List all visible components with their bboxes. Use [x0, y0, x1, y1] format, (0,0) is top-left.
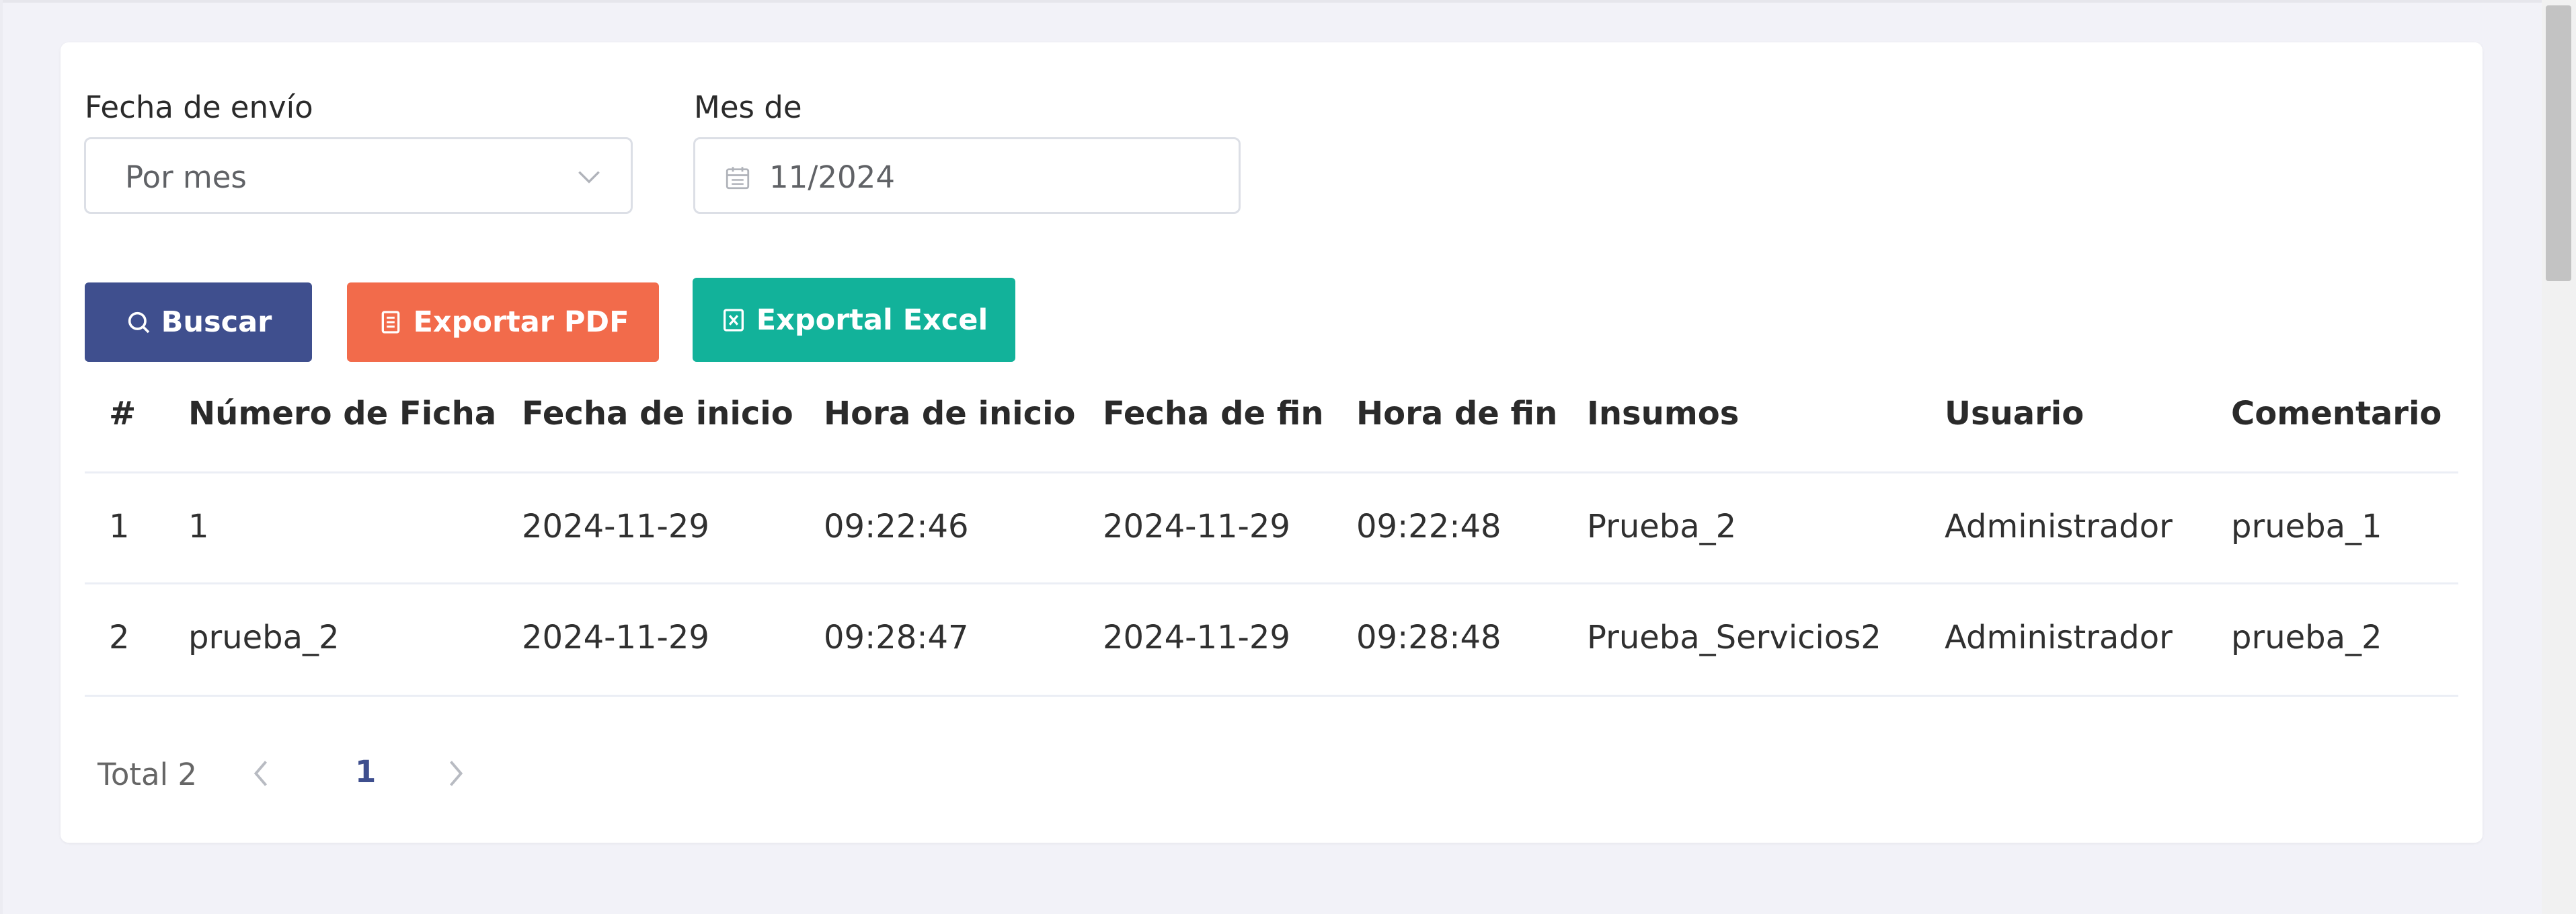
column-header: Usuario [1945, 395, 2084, 432]
table-cell: Prueba_Servicios2 [1587, 619, 1881, 656]
pagination-total: Total 2 [97, 757, 198, 792]
table-cell: 1 [188, 508, 209, 545]
column-header: Hora de inicio [824, 395, 1076, 432]
column-header: Insumos [1587, 395, 1740, 432]
table-cell: 2024-11-29 [522, 508, 709, 545]
table-cell: 2024-11-29 [1103, 619, 1290, 656]
table-divider [85, 582, 2458, 584]
table-cell: 2 [109, 619, 130, 656]
left-border [0, 0, 3, 914]
table-cell: 09:28:48 [1356, 619, 1501, 656]
export-excel-button[interactable]: Exportal Excel [693, 278, 1015, 362]
search-button-label: Buscar [161, 305, 272, 339]
search-icon [128, 311, 149, 334]
column-header: Fecha de inicio [522, 395, 793, 432]
chevron-down-icon [578, 171, 600, 184]
column-header: Comentario [2231, 395, 2442, 432]
document-icon [381, 311, 399, 334]
column-header: # [109, 395, 136, 432]
column-header: Fecha de fin [1103, 395, 1324, 432]
month-picker-value: 11/2024 [769, 159, 895, 195]
spreadsheet-icon [723, 308, 744, 332]
table-cell: 2024-11-29 [1103, 508, 1290, 545]
table-divider [85, 471, 2458, 473]
pagination-page[interactable]: 1 [355, 754, 376, 790]
chevron-right-icon[interactable] [444, 757, 468, 790]
table-cell: 09:28:47 [824, 619, 969, 656]
export-excel-label: Exportal Excel [756, 303, 988, 337]
export-pdf-button[interactable]: Exportar PDF [347, 282, 659, 362]
send-date-select-value: Por mes [125, 159, 247, 195]
table-cell: 1 [109, 508, 130, 545]
table-cell: prueba_1 [2231, 508, 2382, 545]
table-cell: 2024-11-29 [522, 619, 709, 656]
column-header: Hora de fin [1356, 395, 1558, 432]
scrollbar-thumb[interactable] [2546, 5, 2571, 281]
table-cell: 09:22:48 [1356, 508, 1501, 545]
calendar-icon [726, 167, 750, 190]
table-cell: prueba_2 [188, 619, 340, 656]
report-card: Fecha de envío Por mes Mes de 11/2024 Bu… [61, 42, 2483, 843]
table-cell: Administrador [1945, 619, 2173, 656]
column-header: Número de Ficha [188, 395, 497, 432]
table-cell: 09:22:46 [824, 508, 969, 545]
top-border [0, 0, 2542, 3]
month-picker-input[interactable]: 11/2024 [693, 137, 1241, 214]
table-divider [85, 695, 2458, 697]
send-date-select[interactable]: Por mes [84, 137, 633, 214]
chevron-left-icon[interactable] [249, 757, 273, 790]
table-cell: Administrador [1945, 508, 2173, 545]
table-cell: prueba_2 [2231, 619, 2382, 656]
export-pdf-label: Exportar PDF [413, 305, 629, 339]
send-date-label: Fecha de envío [85, 89, 313, 125]
search-button[interactable]: Buscar [85, 282, 312, 362]
month-label: Mes de [694, 89, 802, 125]
table-cell: Prueba_2 [1587, 508, 1737, 545]
